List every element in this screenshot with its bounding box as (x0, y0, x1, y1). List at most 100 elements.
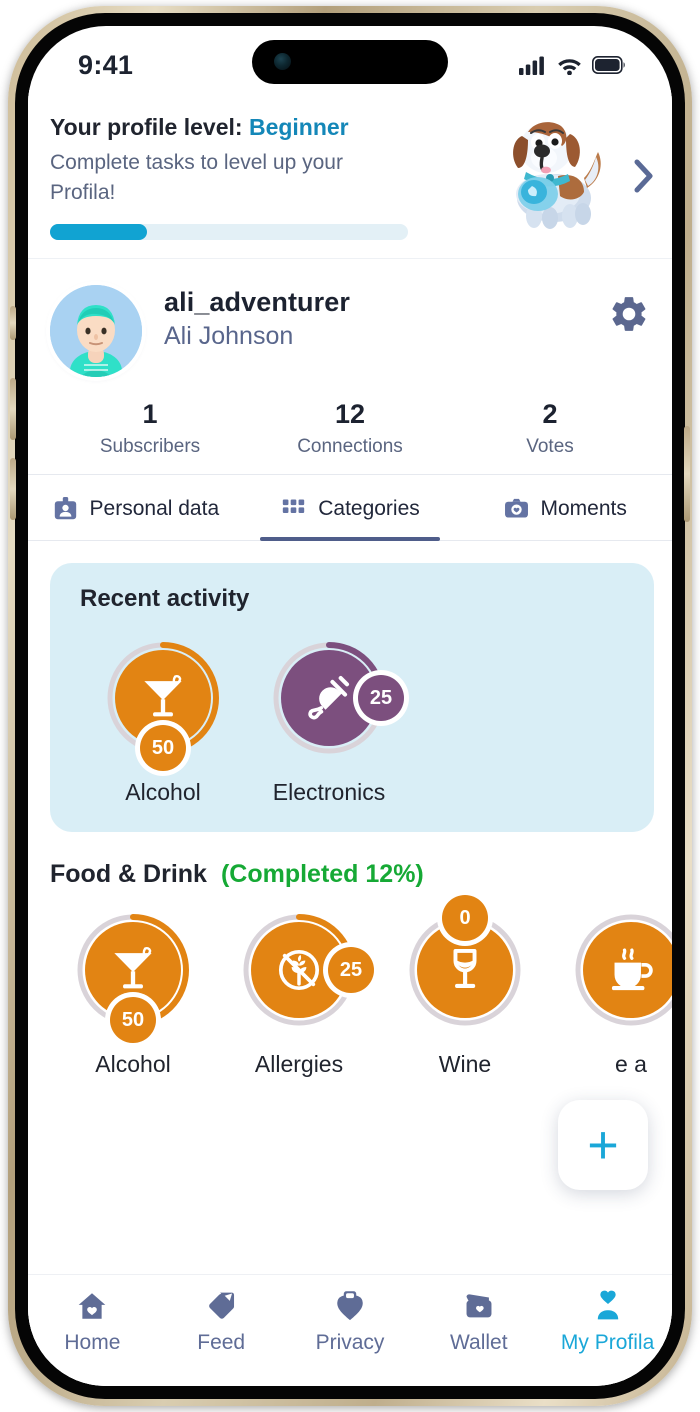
profile-stats-row: 1 Subscribers 12 Connections 2 Votes (50, 399, 650, 474)
phone-screen: 9:41 Your profile level: Beginner Comple… (28, 26, 672, 1386)
tab-label: Categories (318, 496, 420, 520)
section-food-and-drink: Food & Drink (Completed 12%) 50 Alcohol … (28, 860, 672, 1078)
category-item-allergies[interactable]: 25 Allergies (216, 911, 382, 1078)
nav-item-feed[interactable]: Feed (157, 1289, 286, 1355)
category-label: Electronics (272, 779, 386, 805)
wallet-icon (462, 1289, 496, 1323)
category-item-electronics-recent[interactable]: 25 Electronics (246, 639, 412, 806)
plus-icon: + (587, 1115, 619, 1175)
profile-level-progress-fill (50, 224, 147, 241)
level-title-prefix: Your profile level: (50, 113, 243, 140)
nav-item-privacy[interactable]: Privacy (286, 1289, 415, 1355)
tab-label: Personal data (89, 496, 220, 520)
profile-level-title: Your profile level: Beginner (50, 112, 486, 143)
progress-ring (572, 911, 672, 1029)
progress-ring: 50 (104, 639, 222, 771)
tag-icon (204, 1289, 238, 1323)
phone-bezel: 9:41 Your profile level: Beginner Comple… (15, 13, 685, 1399)
profile-identity-row: ali_adventurer Ali Johnson (50, 281, 650, 377)
chevron-right-icon[interactable] (626, 158, 662, 194)
category-label: Wine (438, 1051, 492, 1077)
category-item-alcohol[interactable]: 50 Alcohol (50, 911, 216, 1078)
nav-item-wallet[interactable]: Wallet (414, 1289, 543, 1355)
nav-label: Wallet (450, 1331, 508, 1354)
category-item-alcohol-recent[interactable]: 50 Alcohol (80, 639, 246, 806)
recent-activity-items: 50 Alcohol 25 Electronics (80, 639, 654, 806)
tab-categories[interactable]: Categories (243, 475, 458, 541)
recent-activity-title: Recent activity (80, 585, 250, 612)
stat-label: Connections (297, 436, 403, 457)
profile-fullname: Ali Johnson (164, 322, 294, 350)
status-time: 9:41 (78, 49, 134, 80)
category-item-partial[interactable]: e a (548, 911, 672, 1078)
wifi-icon (558, 59, 581, 75)
category-label: Allergies (254, 1051, 344, 1077)
category-label: Alcohol (95, 1051, 171, 1077)
profile-names: ali_adventurer Ali Johnson (142, 281, 602, 351)
category-badge: 25 (328, 947, 374, 993)
stat-label: Subscribers (99, 436, 201, 457)
gear-icon[interactable] (602, 281, 650, 335)
cocktail-glass-icon (144, 675, 182, 717)
progress-ring: 25 (240, 911, 374, 1029)
grid-icon (280, 495, 307, 522)
progress-ring: 50 (74, 911, 192, 1043)
category-badge: 0 (442, 895, 488, 941)
power-button[interactable] (684, 426, 690, 522)
power-plug-icon (308, 676, 350, 720)
avatar[interactable] (50, 285, 142, 377)
nav-item-my-profila[interactable]: My Profila (543, 1289, 672, 1355)
stat-connections[interactable]: 12 Connections (250, 399, 450, 458)
stat-votes[interactable]: 2 Votes (450, 399, 650, 458)
progress-ring: 0 (406, 895, 524, 1029)
tab-personal-data[interactable]: Personal data (28, 475, 243, 540)
front-camera-icon (274, 53, 291, 70)
profile-level-progress-track (50, 224, 408, 241)
level-banner-texts: Your profile level: Beginner Complete ta… (50, 112, 486, 241)
dynamic-island (252, 40, 448, 84)
stat-label: Votes (526, 436, 574, 457)
progress-ring: 25 (270, 639, 404, 757)
app-content-scroll[interactable]: Your profile level: Beginner Complete ta… (28, 90, 672, 1386)
wheat-allergy-icon (278, 949, 320, 991)
wine-glass-icon (453, 948, 477, 988)
category-item-wine[interactable]: 0 Wine (382, 895, 548, 1078)
add-category-button[interactable]: + (558, 1100, 648, 1190)
stat-value: 1 (142, 399, 158, 429)
food-category-items: 50 Alcohol 25 Allergies 0 Wine e a (50, 895, 672, 1078)
person-heart-icon (591, 1289, 625, 1323)
nav-label: Feed (197, 1331, 246, 1354)
silent-switch[interactable] (10, 306, 16, 340)
volume-up-button[interactable] (10, 378, 16, 440)
category-badge: 25 (358, 675, 404, 721)
nav-item-home[interactable]: Home (28, 1289, 157, 1355)
category-disc (583, 922, 672, 1018)
category-badge: 50 (140, 725, 186, 771)
profile-level-subtitle: Complete tasks to level up your Profila! (50, 150, 343, 205)
profile-tabs: Personal data Categories Moments (28, 475, 672, 541)
profile-level-banner[interactable]: Your profile level: Beginner Complete ta… (28, 90, 672, 259)
id-card-icon (52, 495, 79, 522)
status-icons (519, 55, 626, 75)
coffee-cup-icon (611, 948, 653, 991)
profile-header: ali_adventurer Ali Johnson 1 Subscribers… (28, 259, 672, 474)
nav-label: Privacy (315, 1331, 385, 1354)
section-title: Food & Drink (50, 860, 207, 888)
nav-label: Home (64, 1331, 121, 1354)
level-name: Beginner (248, 113, 349, 140)
tab-active-underline (259, 537, 441, 541)
volume-down-button[interactable] (10, 458, 16, 520)
cocktail-glass-icon (114, 947, 152, 989)
profile-username: ali_adventurer (164, 287, 350, 317)
stat-value: 2 (542, 399, 558, 429)
tab-moments[interactable]: Moments (457, 475, 672, 540)
dog-mascot-illustration (488, 110, 620, 242)
stat-value: 12 (334, 399, 366, 429)
tab-label: Moments (540, 496, 627, 520)
recent-activity-card: Recent activity 50 Alcohol 25 Electronic… (50, 563, 654, 832)
nav-label: My Profila (560, 1331, 655, 1354)
phone-frame: 9:41 Your profile level: Beginner Comple… (8, 6, 692, 1406)
category-label: Alcohol (125, 779, 201, 805)
stat-subscribers[interactable]: 1 Subscribers (50, 399, 250, 458)
camera-icon (503, 495, 530, 522)
